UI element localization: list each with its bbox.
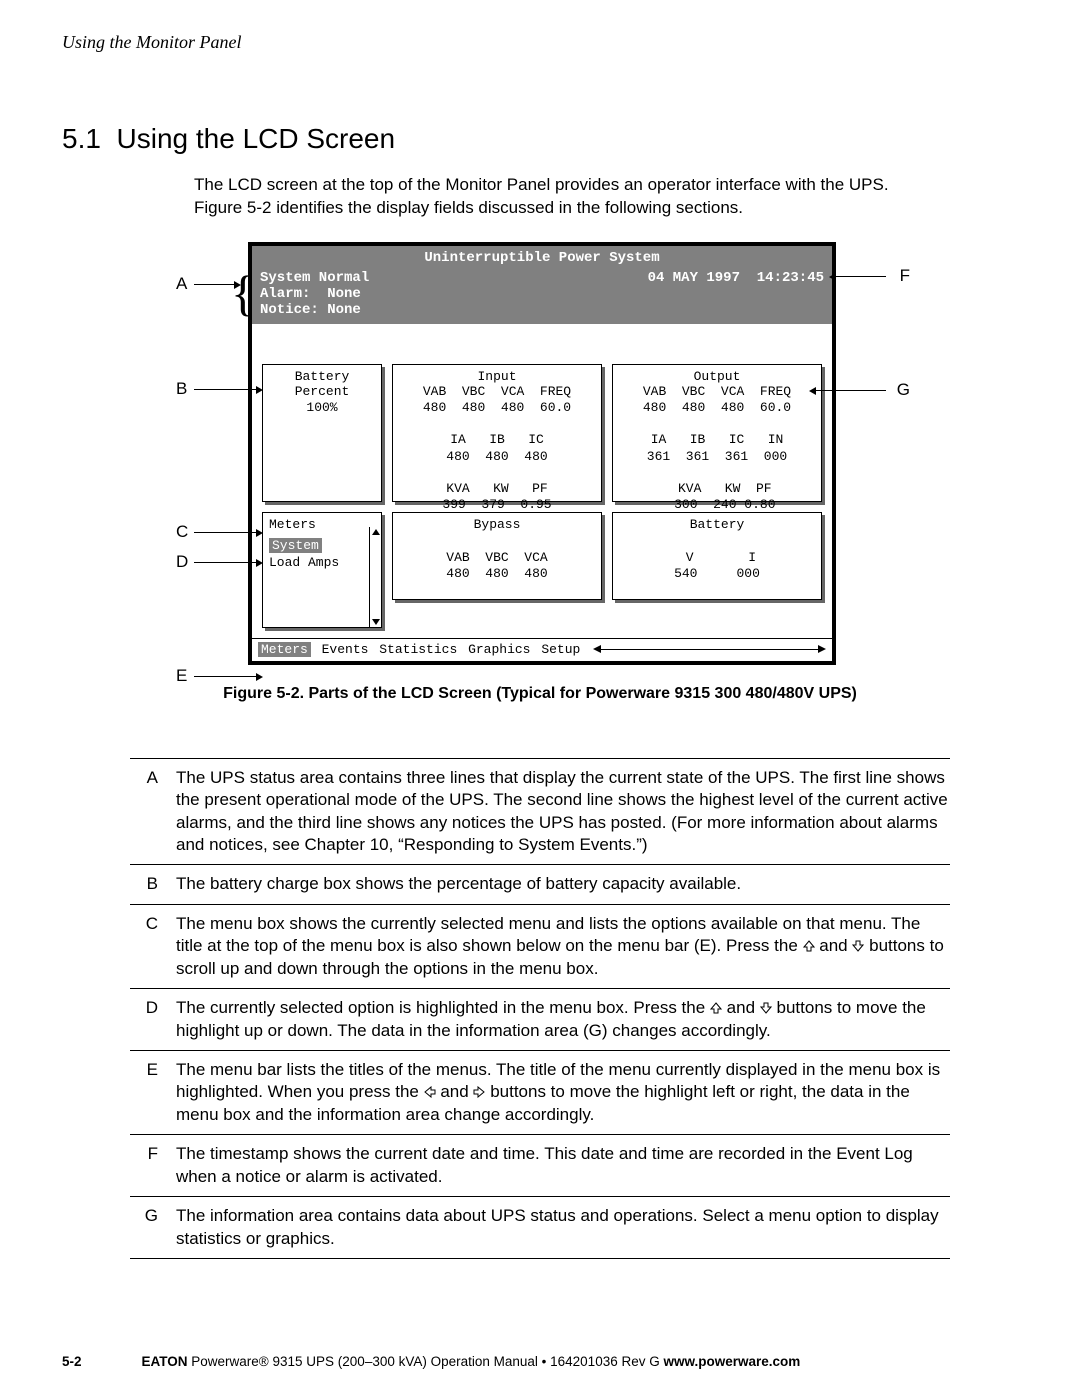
callout-B-label: B [176, 379, 187, 399]
section-number: 5.1 [62, 123, 101, 154]
row-label: A [130, 767, 158, 857]
menubar-item[interactable]: Events [322, 642, 369, 657]
section-title: 5.1 Using the LCD Screen [62, 123, 1018, 155]
row-label: E [130, 1059, 158, 1126]
input-panel-body: VAB VBC VCA FREQ 480 480 480 60.0 IA IB … [399, 384, 595, 514]
lcd-title: Uninterruptible Power System [260, 250, 824, 266]
table-row: A The UPS status area contains three lin… [130, 759, 950, 866]
input-panel-title: Input [399, 369, 595, 384]
row-desc: The battery charge box shows the percent… [176, 873, 950, 895]
callout-F-label: F [900, 266, 910, 286]
menubar-arrows[interactable] [593, 644, 826, 654]
bypass-panel-title: Bypass [399, 517, 595, 532]
figure-wrap: A { B C D E F G Uninterruptible Power Sy… [190, 242, 890, 703]
callout-E-label: E [176, 666, 187, 686]
footer-url: www.powerware.com [663, 1354, 800, 1369]
callout-D-label: D [176, 552, 188, 572]
lcd-screen: Uninterruptible Power System System Norm… [248, 242, 836, 665]
row-desc: The UPS status area contains three lines… [176, 767, 950, 857]
up-arrow-icon [803, 936, 815, 948]
row-desc: The menu bar lists the titles of the men… [176, 1059, 950, 1126]
table-row: F The timestamp shows the current date a… [130, 1135, 950, 1197]
battery-panel-title: Battery [619, 517, 815, 532]
table-row: D The currently selected option is highl… [130, 989, 950, 1051]
footer-brand: EATON [142, 1354, 188, 1369]
figure-caption: Figure 5-2. Parts of the LCD Screen (Typ… [190, 685, 890, 703]
row-desc: The information area contains data about… [176, 1205, 950, 1250]
left-arrow-icon [424, 1082, 436, 1094]
row-desc: The timestamp shows the current date and… [176, 1143, 950, 1188]
table-row: B The battery charge box shows the perce… [130, 865, 950, 904]
row-desc: The menu box shows the currently selecte… [176, 913, 950, 980]
menubar-selected[interactable]: Meters [258, 642, 311, 657]
table-row: C The menu box shows the currently selec… [130, 905, 950, 989]
bypass-panel: Bypass VAB VBC VCA 480 480 480 [392, 512, 602, 600]
menubar-item[interactable]: Graphics [468, 642, 530, 657]
input-panel: Input VAB VBC VCA FREQ 480 480 480 60.0 … [392, 364, 602, 502]
footer-product: Powerware® 9315 UPS (200–300 kVA) Operat… [188, 1354, 664, 1369]
row-label: G [130, 1205, 158, 1250]
output-panel-title: Output [619, 369, 815, 384]
row-desc: The currently selected option is highlig… [176, 997, 950, 1042]
callout-A-label: A [176, 274, 187, 294]
status-lines: System Normal Alarm: None Notice: None [260, 270, 369, 318]
row-label: B [130, 873, 158, 895]
page-footer: 5-2 EATON Powerware® 9315 UPS (200–300 k… [62, 1354, 1018, 1369]
running-head: Using the Monitor Panel [62, 32, 1018, 53]
up-arrow-icon [710, 998, 722, 1010]
callout-G-label: G [897, 380, 910, 400]
right-arrow-icon [473, 1082, 485, 1094]
table-row: G The information area contains data abo… [130, 1197, 950, 1259]
intro-text: The LCD screen at the top of the Monitor… [194, 174, 904, 220]
output-panel-body: VAB VBC VCA FREQ 480 480 480 60.0 IA IB … [619, 384, 815, 514]
down-arrow-icon [760, 998, 772, 1010]
output-panel: Output VAB VBC VCA FREQ 480 480 480 60.0… [612, 364, 822, 502]
timestamp: 04 MAY 1997 14:23:45 [648, 270, 824, 318]
menu-option[interactable]: Load Amps [269, 555, 375, 570]
menu-box: Meters System Load Amps [262, 512, 382, 628]
page-number: 5-2 [62, 1354, 82, 1369]
callout-C-label: C [176, 522, 188, 542]
lcd-header: Uninterruptible Power System System Norm… [252, 246, 832, 324]
table-row: E The menu bar lists the titles of the m… [130, 1051, 950, 1135]
battery-panel: Battery V I 540 000 [612, 512, 822, 600]
battery-panel-body: V I 540 000 [619, 550, 815, 583]
callout-table: A The UPS status area contains three lin… [130, 758, 950, 1259]
row-label: D [130, 997, 158, 1042]
scroll-indicator[interactable] [369, 527, 381, 627]
menu-box-title: Meters [269, 517, 375, 532]
menu-bar: Meters Events Statistics Graphics Setup [252, 638, 832, 661]
menubar-item[interactable]: Statistics [379, 642, 457, 657]
bypass-panel-body: VAB VBC VCA 480 480 480 [399, 550, 595, 583]
section-heading-text: Using the LCD Screen [117, 123, 396, 154]
menubar-item[interactable]: Setup [541, 642, 580, 657]
row-label: C [130, 913, 158, 980]
battery-box: Battery Percent 100% [262, 364, 382, 502]
row-label: F [130, 1143, 158, 1188]
menu-selected-option[interactable]: System [269, 538, 322, 553]
down-arrow-icon [852, 936, 864, 948]
